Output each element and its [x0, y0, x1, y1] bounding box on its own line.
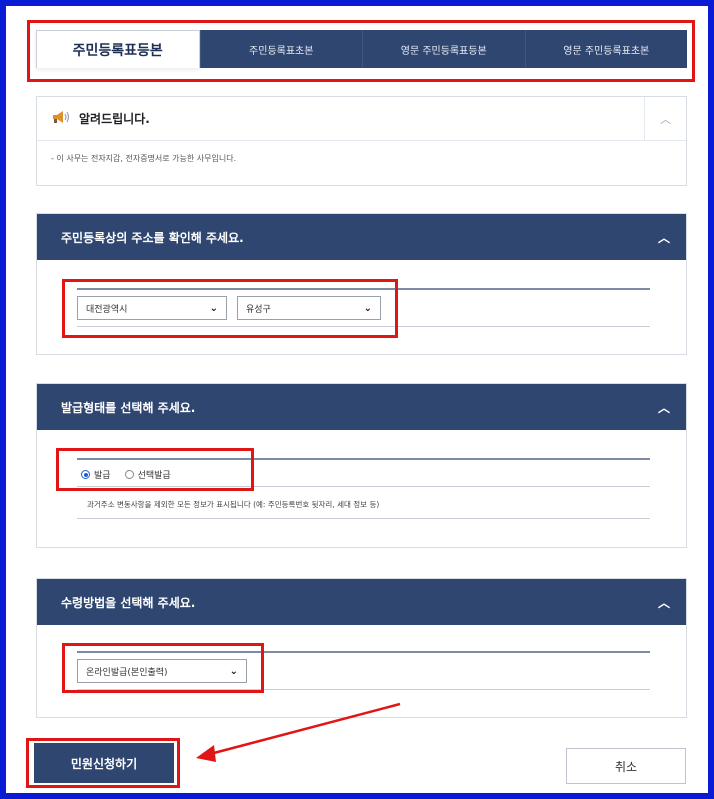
notice-collapse-button[interactable]: ︿ [644, 97, 686, 140]
radio-select-issue[interactable] [124, 470, 134, 479]
issue-collapse-button[interactable]: ︿ [642, 384, 686, 430]
cancel-button[interactable]: 취소 [566, 748, 686, 784]
document-type-tabs: 주민등록표등본 주민등록표초본 영문 주민등록표등본 영문 주민등록표초본 [36, 30, 687, 68]
issue-radio-group: 발급 선택발급 [81, 468, 171, 481]
divider [77, 486, 650, 487]
chevron-up-icon: ︿ [657, 595, 670, 610]
receive-method-section: 수령방법을 선택해 주세요. ︿ 온라인발급(본인출력) ⌄ [36, 578, 687, 718]
chevron-down-icon: ⌄ [209, 302, 218, 314]
district-select-value: 유성구 [246, 304, 271, 315]
receive-method-select[interactable]: 온라인발급(본인출력) ⌄ [77, 659, 247, 683]
divider [77, 689, 650, 690]
notice-text: - 이 사무는 전자지갑, 전자증명서로 가능한 사무입니다. [51, 154, 237, 163]
issue-description: 과거주소 변동사항을 제외한 모든 정보가 표시됩니다 (예: 주민등록번호 뒷… [87, 500, 380, 509]
address-section-header: 주민등록상의 주소를 확인해 주세요. ︿ [37, 214, 686, 260]
receive-collapse-button[interactable]: ︿ [642, 579, 686, 625]
receive-section-title: 수령방법을 선택해 주세요. [61, 595, 196, 610]
address-section: 주민등록상의 주소를 확인해 주세요. ︿ 대전광역시 ⌄ 유성구 ⌄ [36, 213, 687, 355]
radio-select-issue-label[interactable]: 선택발급 [138, 468, 171, 481]
notice-header: 알려드립니다. ︿ [37, 97, 686, 141]
receive-method-value: 온라인발급(본인출력) [86, 667, 168, 678]
notice-panel: 알려드립니다. ︿ - 이 사무는 전자지갑, 전자증명서로 가능한 사무입니다… [36, 96, 687, 186]
chevron-down-icon: ⌄ [363, 302, 372, 314]
divider [77, 326, 650, 327]
address-section-title: 주민등록상의 주소를 확인해 주세요. [61, 230, 244, 245]
receive-section-header: 수령방법을 선택해 주세요. ︿ [37, 579, 686, 625]
divider [77, 651, 650, 653]
divider [77, 288, 650, 290]
divider [77, 518, 650, 519]
chevron-up-icon: ︿ [657, 400, 670, 415]
city-select-value: 대전광역시 [86, 304, 128, 315]
tab-resident-abstract[interactable]: 주민등록표초본 [199, 30, 362, 68]
chevron-up-icon: ︿ [660, 112, 671, 126]
notice-title: 알려드립니다. [79, 112, 150, 126]
issue-section-header: 발급형태를 선택해 주세요. ︿ [37, 384, 686, 430]
chevron-down-icon: ⌄ [229, 665, 238, 677]
apply-button[interactable]: 민원신청하기 [34, 743, 174, 783]
tab-english-resident-abstract[interactable]: 영문 주민등록표초본 [524, 30, 687, 68]
city-select[interactable]: 대전광역시 ⌄ [77, 296, 227, 320]
district-select[interactable]: 유성구 ⌄ [237, 296, 381, 320]
radio-issue-label[interactable]: 발급 [94, 468, 111, 481]
divider [77, 458, 650, 460]
chevron-up-icon: ︿ [657, 230, 670, 245]
issue-section-title: 발급형태를 선택해 주세요. [61, 400, 196, 415]
megaphone-icon [51, 109, 71, 129]
tab-english-resident-copy[interactable]: 영문 주민등록표등본 [362, 30, 525, 68]
address-collapse-button[interactable]: ︿ [642, 214, 686, 260]
radio-issue[interactable] [81, 470, 90, 479]
tab-resident-copy[interactable]: 주민등록표등본 [36, 30, 200, 68]
issue-type-section: 발급형태를 선택해 주세요. ︿ 발급 선택발급 과거주소 변동사항을 제외한 … [36, 383, 687, 548]
